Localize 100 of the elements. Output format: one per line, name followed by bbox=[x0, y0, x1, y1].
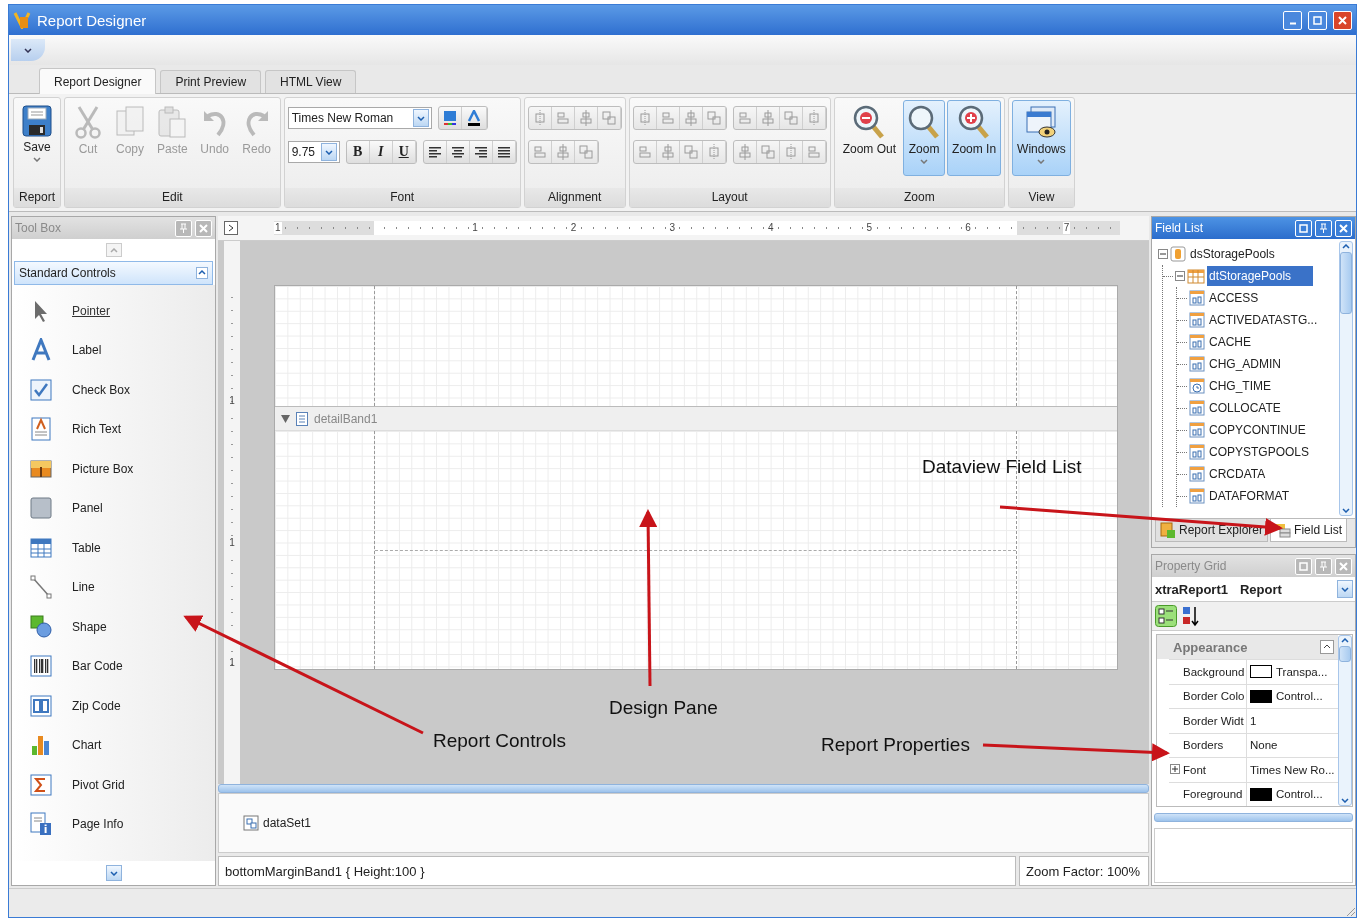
scroll-up-button[interactable] bbox=[105, 243, 122, 257]
toolbox-item[interactable]: Pivot Grid bbox=[72, 777, 125, 792]
splitter-bar[interactable] bbox=[1154, 813, 1353, 822]
dropdown-button[interactable] bbox=[412, 109, 429, 127]
property-value[interactable]: None bbox=[1250, 739, 1278, 752]
layout-icon bbox=[577, 110, 594, 126]
format-button[interactable]: B bbox=[346, 141, 370, 163]
collapse-box-icon[interactable] bbox=[1175, 271, 1185, 281]
highlight-icon bbox=[441, 110, 458, 126]
tree-item[interactable]: CACHE bbox=[1207, 334, 1253, 350]
tree-item[interactable]: dsStoragePools bbox=[1188, 246, 1277, 262]
toolbox-item[interactable]: Table bbox=[72, 540, 101, 555]
scrollbar-thumb[interactable] bbox=[1339, 646, 1351, 662]
ruler-toggle-button[interactable] bbox=[224, 221, 238, 235]
annotation-label: Design Pane bbox=[609, 697, 718, 719]
resize-grip-icon[interactable] bbox=[1344, 905, 1356, 917]
toolbox-item[interactable]: Rich Text bbox=[72, 422, 122, 437]
copy-pages-icon bbox=[115, 105, 145, 139]
tree-item[interactable]: DATAFORMAT bbox=[1207, 488, 1291, 504]
ribbon-tab[interactable]: Print Preview bbox=[160, 70, 262, 93]
collapse-icon[interactable] bbox=[1320, 640, 1334, 654]
scrollbar-thumb[interactable] bbox=[1340, 252, 1352, 314]
magnifier-icon bbox=[958, 105, 991, 139]
category-header[interactable]: Standard Controls bbox=[14, 261, 213, 285]
maximize-icon bbox=[1299, 561, 1308, 571]
expand-box-icon[interactable] bbox=[1170, 764, 1181, 776]
chevron-down-icon bbox=[1037, 159, 1046, 164]
dropdown-button[interactable] bbox=[1337, 580, 1353, 598]
tree-item[interactable]: ACCESS bbox=[1207, 290, 1261, 306]
toolbox-item[interactable]: Pointer bbox=[72, 303, 111, 318]
digit-boxes-icon bbox=[30, 693, 52, 718]
panel-tab[interactable]: Field List bbox=[1270, 519, 1348, 542]
collapse-box-icon[interactable] bbox=[1158, 249, 1168, 259]
dropdown-button[interactable] bbox=[320, 143, 337, 161]
close-button[interactable] bbox=[195, 219, 212, 237]
property-value[interactable]: Control... bbox=[1276, 788, 1323, 801]
close-button[interactable] bbox=[1335, 557, 1352, 575]
toolbox-item[interactable]: Label bbox=[72, 343, 102, 358]
minimize-button[interactable] bbox=[1283, 10, 1302, 30]
close-button[interactable] bbox=[1333, 10, 1352, 30]
ribbon-button[interactable]: Zoom bbox=[903, 100, 946, 176]
ribbon-button[interactable]: Windows bbox=[1012, 100, 1071, 176]
font-size-field[interactable]: 9.75 bbox=[287, 141, 340, 163]
close-button[interactable] bbox=[1335, 219, 1352, 237]
layout-icon bbox=[659, 144, 676, 160]
maximize-button[interactable] bbox=[1295, 219, 1312, 237]
pin-button[interactable] bbox=[1315, 557, 1332, 575]
format-button[interactable]: I bbox=[369, 141, 393, 163]
ribbon-tab[interactable]: Report Designer bbox=[39, 68, 157, 94]
magnifier-icon bbox=[853, 105, 886, 139]
collapse-triangle-icon[interactable] bbox=[281, 414, 290, 423]
ribbon-button[interactable]: Zoom Out bbox=[837, 100, 902, 176]
categorized-view-button[interactable] bbox=[1155, 605, 1177, 627]
toolbox-item[interactable]: Zip Code bbox=[72, 698, 121, 713]
property-value[interactable]: Control... bbox=[1276, 690, 1323, 703]
text-field-icon bbox=[1189, 356, 1205, 372]
scroll-down-button[interactable] bbox=[105, 865, 122, 881]
sort-icon[interactable] bbox=[1181, 605, 1199, 627]
toolbox-item[interactable]: Chart bbox=[72, 738, 102, 753]
quick-access-menu-button[interactable] bbox=[11, 39, 45, 61]
tree-item[interactable]: COPYSTGPOOLS bbox=[1207, 444, 1312, 460]
ribbon-button[interactable]: Save bbox=[17, 100, 57, 176]
tree-item[interactable]: COLLOCATE bbox=[1207, 400, 1283, 416]
layout-icon bbox=[736, 144, 753, 160]
tree-item[interactable]: CHG_ADMIN bbox=[1207, 356, 1283, 372]
font-name-field[interactable]: Times New Roman bbox=[287, 107, 432, 129]
maximize-button[interactable] bbox=[1295, 557, 1312, 575]
ribbon-button[interactable]: Zoom In bbox=[947, 100, 1002, 176]
ribbon-tab[interactable]: HTML View bbox=[265, 70, 357, 93]
scrollbar[interactable] bbox=[1338, 635, 1352, 806]
chevron-down-icon bbox=[1341, 798, 1349, 803]
collapse-icon[interactable] bbox=[196, 267, 208, 279]
table-grid-icon bbox=[30, 535, 52, 560]
component-label[interactable]: dataSet1 bbox=[263, 816, 312, 830]
maximize-button[interactable] bbox=[1308, 10, 1327, 30]
sigma-icon bbox=[30, 772, 52, 797]
property-value[interactable]: 1 bbox=[1250, 714, 1257, 727]
toolbox-item[interactable]: Shape bbox=[72, 619, 107, 634]
ruler-number: 1 bbox=[274, 222, 282, 234]
splitter-bar[interactable] bbox=[218, 784, 1149, 793]
scrollbar[interactable] bbox=[1339, 241, 1353, 516]
toolbox-item[interactable]: Panel bbox=[72, 501, 103, 516]
pin-button[interactable] bbox=[175, 219, 192, 237]
dataset-icon bbox=[243, 815, 259, 831]
toolbox-item[interactable]: Line bbox=[72, 580, 95, 595]
format-button[interactable]: U bbox=[392, 141, 416, 163]
pin-button[interactable] bbox=[1315, 219, 1332, 237]
property-value[interactable]: Times New Ro... bbox=[1250, 763, 1335, 776]
tree-item[interactable]: CRCDATA bbox=[1207, 466, 1268, 482]
toolbox-item[interactable]: Check Box bbox=[72, 382, 131, 397]
toolbox-item[interactable]: Picture Box bbox=[72, 461, 134, 476]
property-category[interactable]: Appearance bbox=[1157, 635, 1338, 659]
tree-item[interactable]: dtStoragePools bbox=[1207, 266, 1314, 286]
toolbox-item[interactable]: Page Info bbox=[72, 817, 124, 832]
toolbox-item[interactable]: Bar Code bbox=[72, 659, 123, 674]
tree-item[interactable]: ACTIVEDATASTG... bbox=[1207, 312, 1320, 328]
tree-item[interactable]: CHG_TIME bbox=[1207, 378, 1273, 394]
property-value[interactable]: Transpa... bbox=[1276, 665, 1328, 678]
tree-item[interactable]: COPYCONTINUE bbox=[1207, 422, 1308, 438]
property-name: Border Widt bbox=[1169, 709, 1247, 733]
